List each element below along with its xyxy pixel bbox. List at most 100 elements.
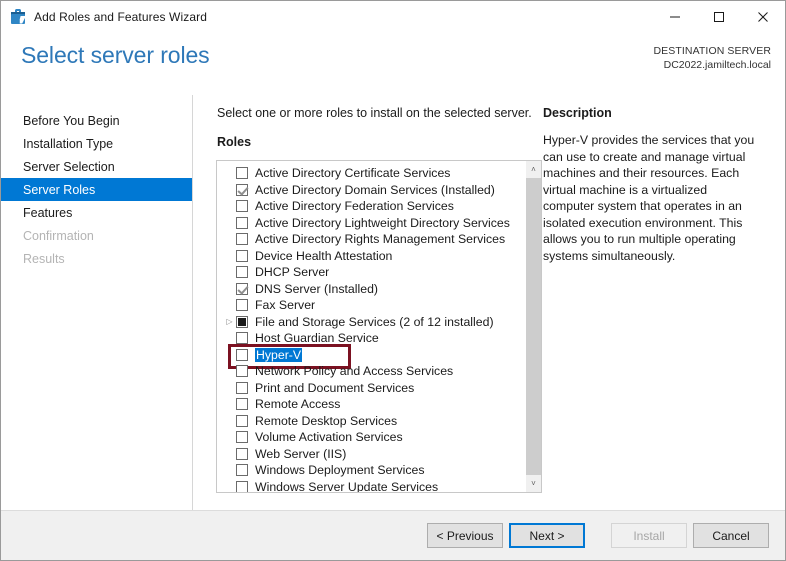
maximize-button[interactable] — [697, 1, 741, 32]
sidebar-item-before-you-begin[interactable]: Before You Begin — [1, 109, 192, 132]
sidebar-item-server-selection[interactable]: Server Selection — [1, 155, 192, 178]
wizard-nav: Before You Begin Installation Type Serve… — [1, 95, 193, 510]
role-checkbox[interactable] — [236, 183, 248, 196]
sidebar-item-results: Results — [1, 247, 192, 270]
role-list-item[interactable]: Print and Document Services — [217, 380, 525, 397]
role-label: Remote Desktop Services — [255, 413, 398, 428]
role-label: Windows Server Update Services — [255, 479, 439, 492]
wizard-content: Select one or more roles to install on t… — [193, 95, 785, 510]
sidebar-item-label: Installation Type — [23, 136, 114, 151]
sidebar-item-installation-type[interactable]: Installation Type — [1, 132, 192, 155]
role-label: Fax Server — [255, 298, 316, 313]
sidebar-item-server-roles[interactable]: Server Roles — [1, 178, 192, 201]
role-label: Windows Deployment Services — [255, 463, 425, 478]
destination-server-name: DC2022.jamiltech.local — [663, 59, 771, 71]
wizard-window: Add Roles and Features Wizard Select ser… — [0, 0, 786, 561]
roles-scrollbar[interactable]: ˄ ˅ — [525, 161, 541, 492]
next-button[interactable]: Next > — [509, 523, 585, 548]
role-checkbox[interactable] — [236, 414, 248, 427]
role-checkbox[interactable] — [236, 480, 248, 492]
role-label: Active Directory Lightweight Directory S… — [255, 215, 510, 230]
description-pane: Description Hyper-V provides the service… — [543, 106, 771, 264]
role-list-item[interactable]: Windows Deployment Services — [217, 462, 525, 479]
roles-listbox[interactable]: Active Directory Certificate Services Ac… — [216, 160, 542, 493]
wizard-body: Before You Begin Installation Type Serve… — [1, 95, 785, 510]
role-list-item[interactable]: Remote Desktop Services — [217, 413, 525, 430]
role-label: Device Health Attestation — [255, 248, 393, 263]
role-label: Remote Access — [255, 397, 341, 412]
role-checkbox[interactable] — [236, 266, 248, 279]
sidebar-item-label: Server Selection — [23, 159, 115, 174]
role-list-item[interactable]: Web Server (IIS) — [217, 446, 525, 463]
role-label: Network Policy and Access Services — [255, 364, 454, 379]
role-checkbox[interactable] — [236, 431, 248, 444]
minimize-button[interactable] — [653, 1, 697, 32]
window-controls — [653, 1, 785, 32]
wizard-footer: < Previous Next > Install Cancel — [1, 510, 785, 560]
role-list-item[interactable]: Active Directory Federation Services — [217, 198, 525, 215]
scrollbar-track[interactable] — [526, 178, 541, 475]
role-list-item[interactable]: Hyper-V — [217, 344, 525, 369]
role-label: Web Server (IIS) — [255, 446, 347, 461]
role-checkbox[interactable] — [236, 365, 248, 378]
role-checkbox[interactable] — [236, 299, 248, 312]
role-checkbox[interactable] — [236, 167, 248, 180]
scroll-down-arrow-icon[interactable]: ˅ — [526, 475, 541, 492]
role-list-item[interactable]: Windows Server Update Services — [217, 479, 525, 492]
destination-server-label: DESTINATION SERVER — [653, 45, 771, 57]
role-list-item[interactable]: Volume Activation Services — [217, 429, 525, 446]
role-label: Print and Document Services — [255, 380, 415, 395]
role-checkbox[interactable] — [236, 282, 248, 295]
role-checkbox[interactable] — [236, 464, 248, 477]
role-checkbox[interactable] — [236, 216, 248, 229]
role-list-item[interactable]: Active Directory Certificate Services — [217, 165, 525, 182]
role-checkbox[interactable] — [236, 398, 248, 411]
scroll-up-arrow-icon[interactable]: ˄ — [526, 161, 541, 178]
scrollbar-thumb[interactable] — [526, 178, 541, 475]
sidebar-item-features[interactable]: Features — [1, 201, 192, 224]
page-header: Select server roles DESTINATION SERVER D… — [1, 32, 785, 95]
minimize-icon — [670, 16, 680, 17]
role-list-item[interactable]: Device Health Attestation — [217, 248, 525, 265]
roles-list: Active Directory Certificate Services Ac… — [217, 161, 525, 492]
role-list-item[interactable]: Network Policy and Access Services — [217, 363, 525, 380]
instruction-text: Select one or more roles to install on t… — [217, 106, 532, 120]
role-list-item[interactable]: Active Directory Domain Services (Instal… — [217, 182, 525, 199]
close-button[interactable] — [741, 1, 785, 32]
previous-button[interactable]: < Previous — [427, 523, 503, 548]
role-checkbox[interactable] — [236, 233, 248, 246]
role-label: Active Directory Rights Management Servi… — [255, 232, 506, 247]
role-list-item[interactable]: DNS Server (Installed) — [217, 281, 525, 298]
role-list-item[interactable]: Remote Access — [217, 396, 525, 413]
role-checkbox[interactable] — [236, 332, 248, 345]
sidebar-item-label: Results — [23, 251, 65, 266]
role-list-item[interactable]: ▷ File and Storage Services (2 of 12 inst… — [217, 314, 525, 331]
role-checkbox[interactable] — [236, 249, 248, 262]
role-checkbox[interactable] — [236, 200, 248, 213]
role-checkbox[interactable] — [236, 348, 248, 361]
role-checkbox[interactable] — [236, 381, 248, 394]
role-label: Active Directory Domain Services (Instal… — [255, 182, 495, 197]
role-list-item[interactable]: Active Directory Rights Management Servi… — [217, 231, 525, 248]
role-list-item[interactable]: Fax Server — [217, 297, 525, 314]
toolbox-icon — [10, 8, 26, 25]
cancel-button[interactable]: Cancel — [693, 523, 769, 548]
expander-chevron-icon[interactable]: ▷ — [223, 317, 236, 326]
role-list-item[interactable]: DHCP Server — [217, 264, 525, 281]
role-checkbox[interactable] — [236, 447, 248, 460]
role-checkbox[interactable] — [236, 315, 248, 328]
role-label: DHCP Server — [255, 265, 330, 280]
role-list-item[interactable]: Host Guardian Service — [217, 330, 525, 347]
role-list-item[interactable]: Active Directory Lightweight Directory S… — [217, 215, 525, 232]
